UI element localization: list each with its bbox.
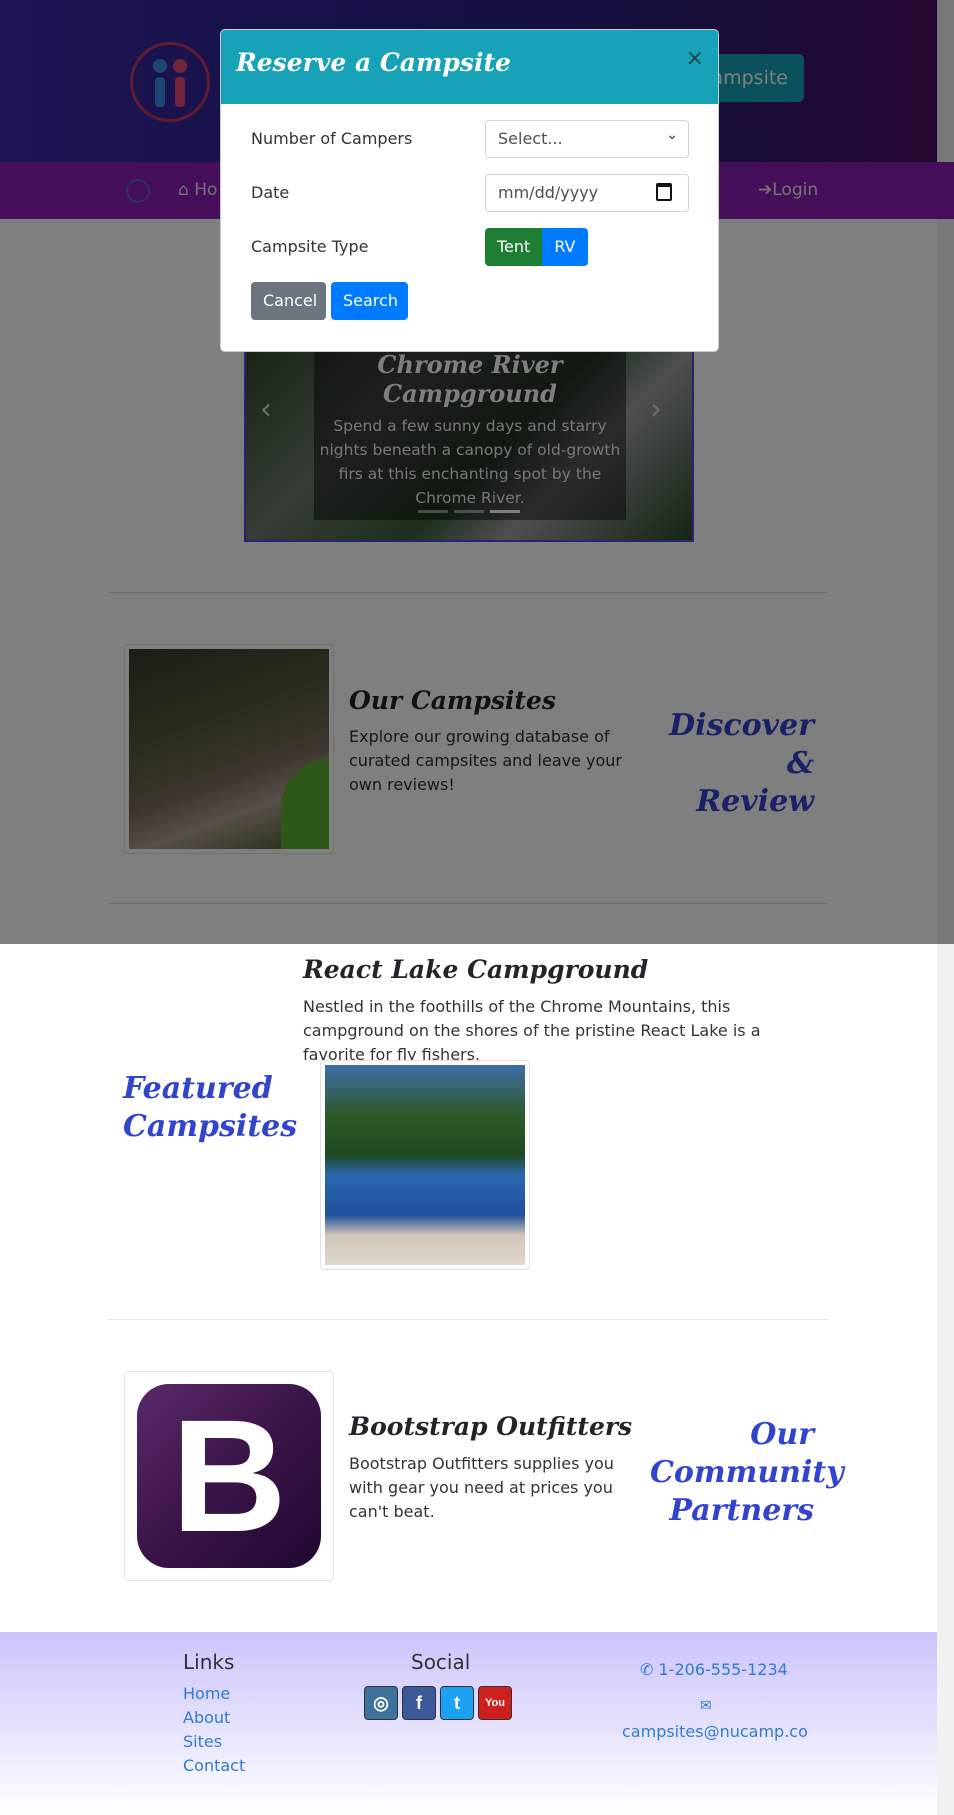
date-input-placeholder: mm/dd/yyyy — [498, 183, 599, 202]
twitter-icon[interactable]: t — [440, 1686, 474, 1720]
footer-email-link[interactable]: campsites@nucamp.co — [622, 1722, 808, 1741]
type-row: Campsite Type Tent RV — [251, 228, 691, 268]
phone-icon: ✆ — [640, 1660, 654, 1679]
community-partners-heading: Our Community Partners — [650, 1417, 844, 1528]
calendar-icon[interactable] — [656, 183, 672, 201]
date-row: Date mm/dd/yyyy — [251, 174, 691, 214]
tent-button[interactable]: Tent — [485, 228, 543, 266]
footer-social-heading: Social — [411, 1650, 471, 1674]
phone-number: 1-206-555-1234 — [658, 1660, 788, 1679]
campers-select[interactable]: Select... ⌄ — [485, 120, 689, 158]
modal-header: Reserve a Campsite × — [221, 30, 718, 104]
search-button[interactable]: Search — [331, 282, 408, 320]
reserve-campsite-modal: Reserve a Campsite × Number of Campers S… — [220, 29, 719, 352]
date-label: Date — [251, 183, 290, 202]
campers-select-value: Select... — [498, 129, 563, 148]
rv-button[interactable]: RV — [542, 228, 588, 266]
facebook-icon[interactable]: f — [402, 1686, 436, 1720]
campsite-type-toggle: Tent RV — [485, 228, 588, 266]
footer-link-sites[interactable]: Sites — [183, 1732, 222, 1751]
bootstrap-logo: B — [137, 1384, 321, 1568]
youtube-icon[interactable]: You — [478, 1686, 512, 1720]
partner-title: Bootstrap Outfitters — [349, 1412, 633, 1441]
divider — [108, 1319, 828, 1320]
chevron-down-icon: ⌄ — [666, 127, 678, 143]
featured-title: React Lake Campground — [303, 955, 649, 984]
footer-links-heading: Links — [183, 1650, 235, 1674]
campers-row: Number of Campers Select... ⌄ — [251, 120, 691, 160]
instagram-icon[interactable]: ◎ — [364, 1686, 398, 1720]
social-icons: ◎ f t You — [364, 1686, 512, 1720]
type-label: Campsite Type — [251, 237, 369, 256]
campers-label: Number of Campers — [251, 129, 413, 148]
featured-text: Nestled in the foothills of the Chrome M… — [303, 997, 761, 1064]
partner-logo-frame: B — [124, 1371, 334, 1581]
modal-title: Reserve a Campsite — [236, 48, 511, 77]
close-icon[interactable]: × — [686, 46, 704, 71]
footer-link-home[interactable]: Home — [183, 1684, 230, 1703]
cancel-button[interactable]: Cancel — [251, 282, 326, 320]
footer-phone-link[interactable]: ✆ 1-206-555-1234 — [640, 1660, 788, 1679]
envelope-icon: ✉ — [700, 1698, 712, 1714]
featured-image — [320, 1060, 530, 1270]
partner-text: Bootstrap Outfitters supplies you with g… — [349, 1454, 614, 1521]
footer-link-contact[interactable]: Contact — [183, 1756, 245, 1775]
featured-campsites-heading: Featured Campsites — [123, 1071, 298, 1144]
date-input[interactable]: mm/dd/yyyy — [485, 174, 689, 212]
footer-link-about[interactable]: About — [183, 1708, 230, 1727]
